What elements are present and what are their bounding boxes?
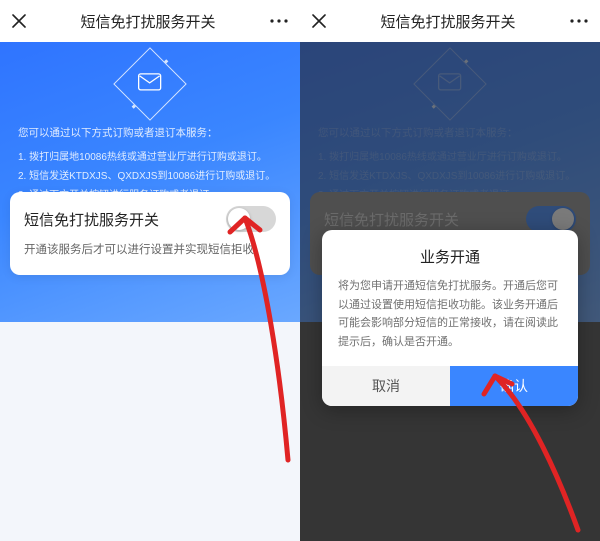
more-icon[interactable] [570,19,588,23]
dialog-actions: 取消 确认 [322,366,578,406]
page-background [0,322,300,541]
service-card: 短信免打扰服务开关 开通该服务后才可以进行设置并实现短信拒收。 [10,192,290,275]
page-title: 短信免打扰服务开关 [26,11,270,32]
dialog-body: 将为您申请开通短信免打扰服务。开通后您可以通过设置使用短信拒收功能。该业务开通后… [322,277,578,366]
page-title: 短信免打扰服务开关 [326,11,570,32]
screenshot-left: 短信免打扰服务开关 您可以通过以下方式订购或者退订本服务： 1. 拨打归属地10… [0,0,300,541]
top-bar: 短信免打扰服务开关 [0,0,300,42]
hero-panel: 您可以通过以下方式订购或者退订本服务： 1. 拨打归属地10086热线或通过营业… [0,42,300,322]
more-icon[interactable] [270,19,288,23]
close-icon[interactable] [312,14,326,28]
card-title: 短信免打扰服务开关 [24,209,159,230]
top-bar: 短信免打扰服务开关 [300,0,600,42]
confirm-dialog: 业务开通 将为您申请开通短信免打扰服务。开通后您可以通过设置使用短信拒收功能。该… [322,230,578,406]
screenshot-right: 短信免打扰服务开关 您可以通过以下方式订购或者退订本服务： 1. 拨打归属地10… [300,0,600,541]
hero-line-2: 2. 短信发送KTDXJS、QXDXJS到10086进行订购或退订。 [18,167,282,186]
cancel-button[interactable]: 取消 [322,366,450,406]
envelope-icon [113,47,187,121]
card-description: 开通该服务后才可以进行设置并实现短信拒收。 [24,242,276,259]
dialog-title: 业务开通 [322,246,578,267]
close-icon[interactable] [12,14,26,28]
confirm-button[interactable]: 确认 [450,366,578,406]
service-toggle[interactable] [226,206,276,232]
hero-intro: 您可以通过以下方式订购或者退订本服务： [18,124,282,144]
hero-line-1: 1. 拨打归属地10086热线或通过营业厅进行订购或退订。 [18,148,282,167]
